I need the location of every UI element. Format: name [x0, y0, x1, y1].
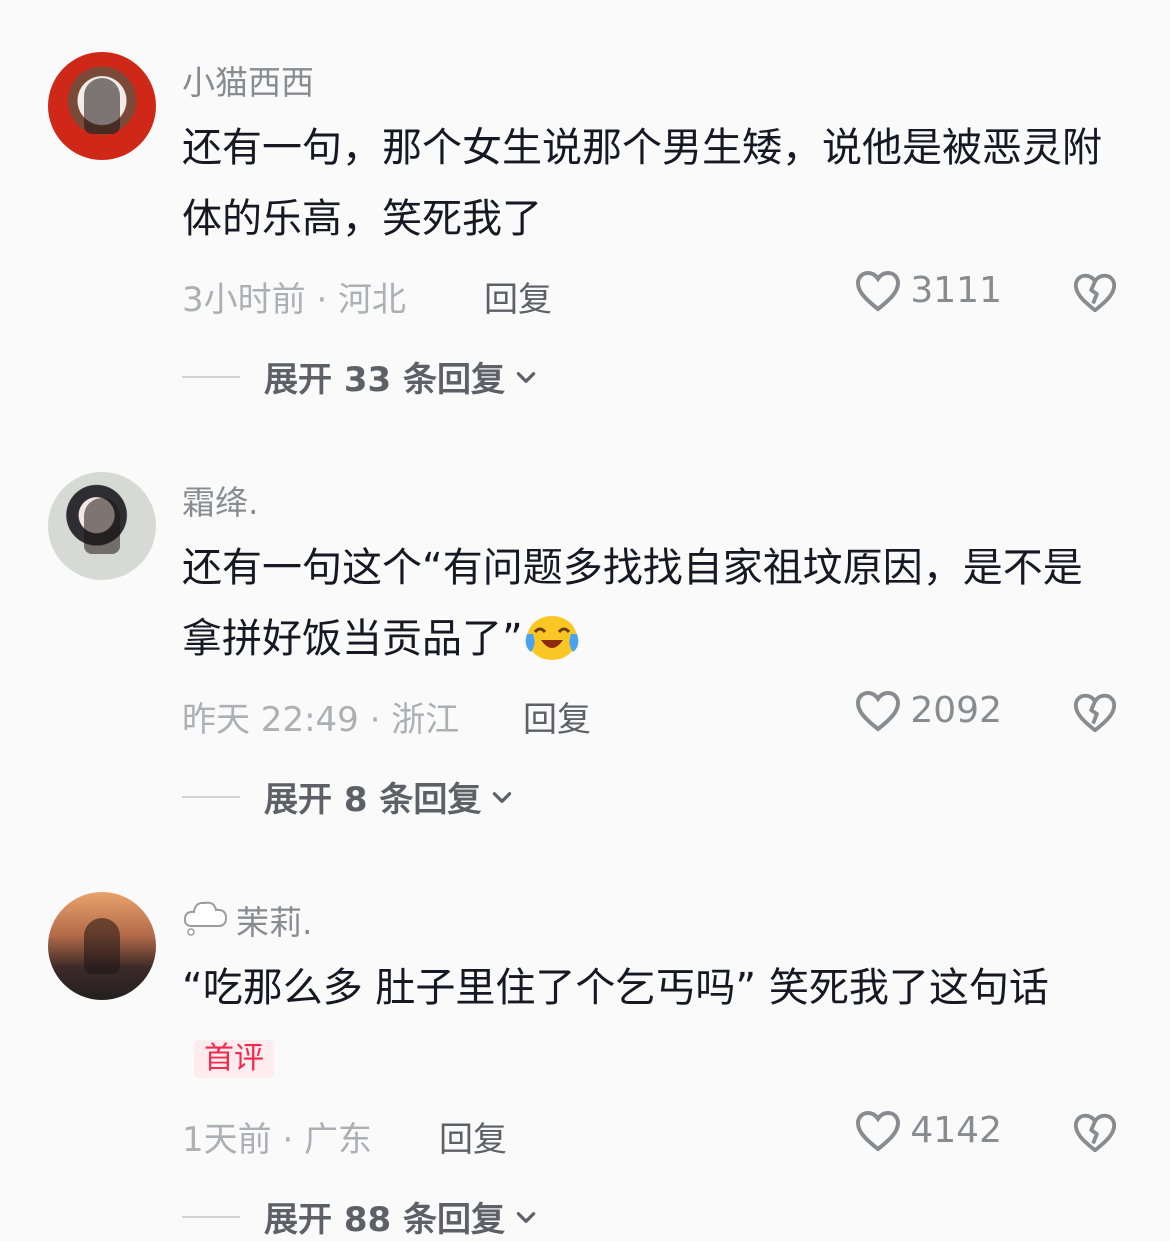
- like-count: 4142: [910, 1109, 1002, 1151]
- expand-replies-button[interactable]: 展开 8 条回复: [182, 772, 515, 821]
- heart-icon: [856, 1110, 901, 1152]
- like-count: 2092: [910, 689, 1002, 731]
- divider: [182, 375, 240, 378]
- expand-replies-button[interactable]: 展开 33 条回复: [182, 352, 539, 401]
- divider: [182, 795, 240, 798]
- broken-heart-icon[interactable]: [1072, 690, 1118, 734]
- comment-text-content: “吃那么多 肚子里住了个乞丐吗” 笑死我了这句话: [182, 965, 1049, 1011]
- expand-replies-label: 展开 33 条回复: [264, 360, 505, 400]
- like-button[interactable]: 2092: [854, 688, 1002, 732]
- heart-icon: [856, 270, 901, 312]
- broken-heart-icon[interactable]: [1072, 1110, 1118, 1154]
- comment-text: 还有一句这个“有问题多找找自家祖坟原因，是不是拿拼好饭当贡品了”: [182, 533, 1122, 675]
- cloud-icon: [183, 901, 228, 936]
- username[interactable]: 霜绛.: [182, 476, 259, 524]
- comment-text: 还有一句，那个女生说那个男生矮，说他是被恶灵附体的乐高，笑死我了: [182, 125, 1102, 242]
- reply-button[interactable]: 回复: [523, 692, 591, 741]
- crying-laughing-emoji: [525, 616, 579, 660]
- heart-icon: [856, 690, 901, 732]
- reply-button[interactable]: 回复: [484, 272, 552, 321]
- comment-text: “吃那么多 肚子里住了个乞丐吗” 笑死我了这句话首评: [182, 953, 1122, 1095]
- like-button[interactable]: 4142: [854, 1108, 1002, 1152]
- comment-text-content: 还有一句这个“有问题多找找自家祖坟原因，是不是拿拼好饭当贡品了”: [182, 545, 1083, 662]
- broken-heart-icon[interactable]: [1072, 270, 1118, 314]
- expand-replies-label: 展开 88 条回复: [264, 1200, 505, 1240]
- like-button[interactable]: 3111: [854, 268, 1002, 312]
- avatar[interactable]: [48, 892, 156, 1000]
- divider: [182, 1215, 240, 1218]
- reply-button[interactable]: 回复: [439, 1112, 507, 1161]
- comment-meta: 3小时前 · 河北: [182, 280, 407, 320]
- expand-replies-label: 展开 8 条回复: [264, 780, 482, 820]
- avatar[interactable]: [48, 52, 156, 160]
- like-count: 3111: [910, 269, 1002, 311]
- comment-meta: 1天前 · 广东: [182, 1120, 373, 1160]
- comment-meta: 昨天 22:49 · 浙江: [182, 700, 460, 740]
- first-comment-badge: 首评: [194, 1040, 274, 1078]
- expand-replies-button[interactable]: 展开 88 条回复: [182, 1192, 539, 1241]
- username[interactable]: 小猫西西: [182, 56, 314, 104]
- chevron-down-icon: [516, 1211, 536, 1223]
- username[interactable]: 茉莉.: [236, 896, 313, 944]
- avatar[interactable]: [48, 472, 156, 580]
- chevron-down-icon: [516, 371, 536, 383]
- chevron-down-icon: [493, 791, 512, 803]
